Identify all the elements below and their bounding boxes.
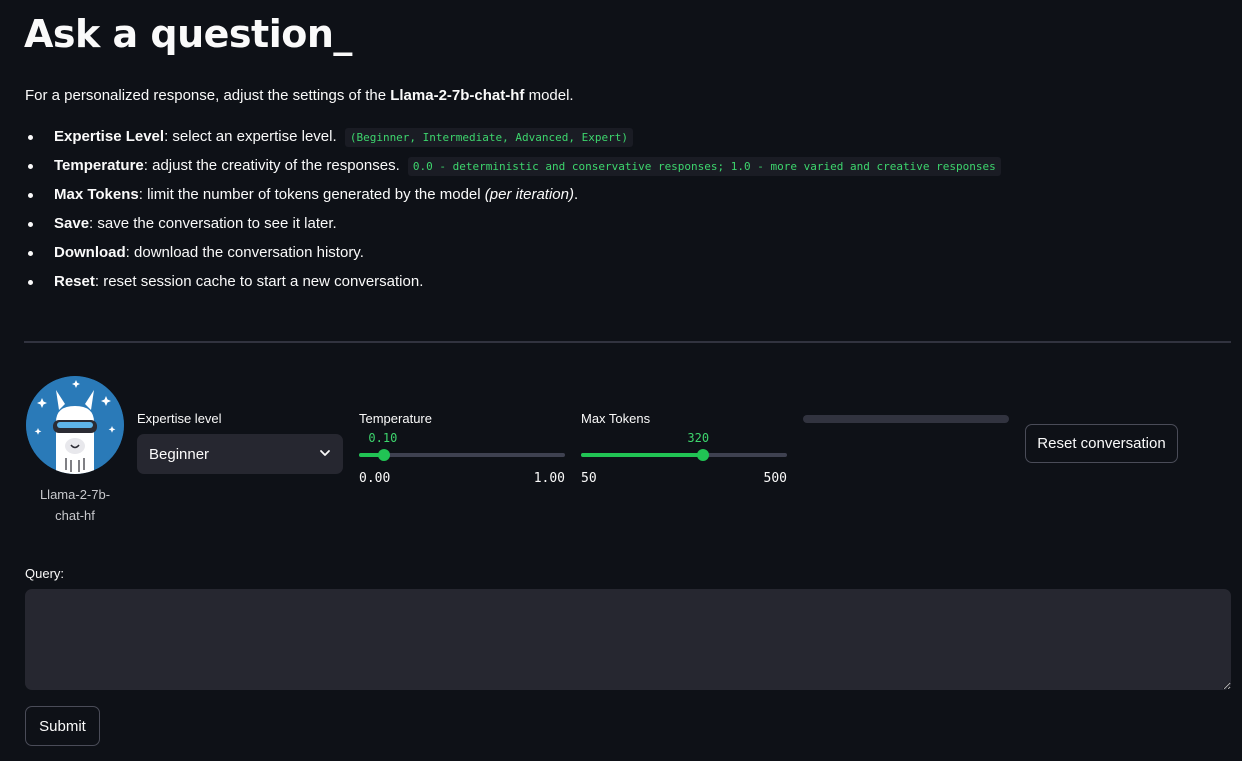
max-tokens-max: 500 [763,471,787,486]
model-name: Llama-2-7b-chat-hf [390,87,525,104]
list-item: Max Tokens: limit the number of tokens g… [25,180,1001,209]
expertise-select[interactable]: Beginner [137,434,343,474]
model-avatar: Llama-2-7b-chat-hf [26,376,124,526]
progress-bar [803,415,1009,423]
page-title: Ask a question_ [24,12,352,56]
list-item: Reset: reset session cache to start a ne… [25,267,1001,296]
slider-fill [581,453,704,457]
settings-help-list: Expertise Level: select an expertise lev… [25,122,1001,296]
max-tokens-value: 320 [687,431,710,445]
temperature-min: 0.00 [359,471,391,486]
expertise-selected-value: Beginner [149,445,210,463]
avatar-caption: Llama-2-7b-chat-hf [39,487,111,523]
intro-text: For a personalized response, adjust the … [25,87,574,104]
divider [24,341,1231,343]
max-tokens-label: Max Tokens [581,411,651,426]
list-item: Download: download the conversation hist… [25,238,1001,267]
llama-avatar-icon [26,376,124,474]
chevron-down-icon [319,446,331,463]
temperature-max: 1.00 [533,471,565,486]
expertise-label: Expertise level [137,411,222,426]
slider-thumb[interactable] [697,449,710,461]
max-tokens-slider-control: Max Tokens 320 50 500 [581,411,787,486]
temperature-label: Temperature [359,411,432,426]
max-tokens-slider[interactable] [581,449,787,461]
list-item: Expertise Level: select an expertise lev… [25,122,1001,151]
list-item: Temperature: adjust the creativity of th… [25,151,1001,180]
submit-button[interactable]: Submit [25,706,100,746]
slider-thumb[interactable] [378,449,391,461]
reset-conversation-button[interactable]: Reset conversation [1025,424,1178,463]
temperature-slider-control: Temperature 0.10 0.00 1.00 [359,411,565,486]
temperature-slider[interactable] [359,449,565,461]
expertise-level-control: Expertise level Beginner [137,411,343,474]
query-label: Query: [25,566,65,581]
max-tokens-min: 50 [581,471,597,486]
query-input[interactable] [25,589,1231,690]
temperature-value: 0.10 [368,431,398,445]
list-item: Save: save the conversation to see it la… [25,209,1001,238]
